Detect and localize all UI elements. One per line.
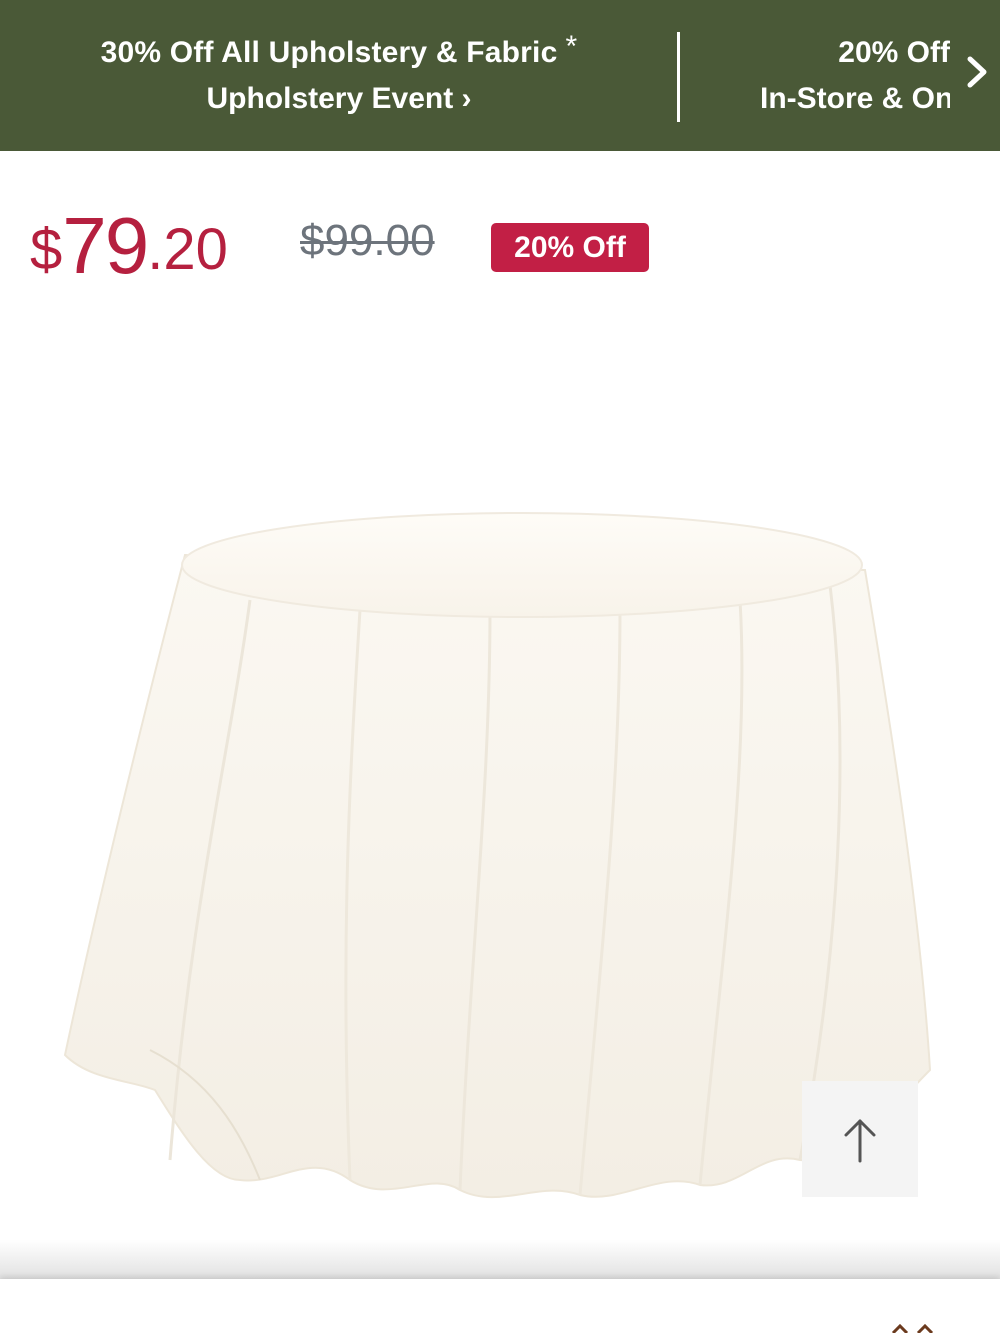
promo-banner: 30% Off All Upholstery & Fabric * Upholst… — [0, 0, 1000, 151]
bottom-panel — [0, 1279, 1000, 1333]
original-price: $99.00 — [300, 216, 435, 265]
currency-symbol: $ — [30, 217, 63, 282]
promo-title-text: 30% Off All Upholstery & Fabric — [100, 36, 558, 69]
promo-event-link[interactable]: Upholstery Event › — [0, 82, 678, 116]
promo-title: 30% Off All Upholstery & Fabric * — [0, 30, 678, 70]
promo-secondary-title: 20% Off — [838, 36, 950, 69]
current-price: $79.20 — [30, 200, 228, 292]
chevron-right-icon — [967, 56, 987, 88]
price-dollars: 79 — [62, 201, 149, 290]
price-cents: .20 — [147, 217, 228, 282]
promo-divider — [677, 32, 680, 122]
arrow-up-icon — [844, 1119, 876, 1163]
discount-badge: 20% Off — [491, 223, 649, 272]
promo-slide-secondary[interactable]: 20% Off In-Store & Online — [700, 0, 950, 151]
promo-asterisk[interactable]: * — [565, 30, 577, 63]
content-divider-shadow — [0, 1240, 1000, 1280]
price-row: $79.20 $99.00 20% Off — [30, 200, 730, 290]
scroll-to-top-button[interactable] — [802, 1081, 918, 1197]
promo-secondary-subtitle: In-Store & Online — [760, 82, 950, 115]
promo-slide-upholstery[interactable]: 30% Off All Upholstery & Fabric * Upholst… — [0, 0, 678, 151]
promo-next-button[interactable] — [958, 52, 998, 92]
partial-brown-icon — [891, 1323, 934, 1333]
